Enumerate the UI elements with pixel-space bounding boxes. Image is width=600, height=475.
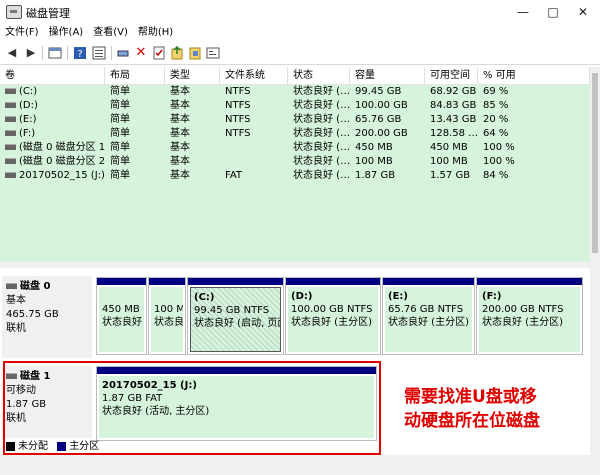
scroll-thumb[interactable] — [592, 73, 598, 253]
title-bar: 磁盘管理 — □ ✕ — [0, 0, 600, 24]
col-filesystem[interactable]: 文件系统 — [220, 67, 288, 84]
table-row[interactable]: 20170502_15 (J:) 简单 基本 FAT 状态良好 (… 1.87 … — [0, 169, 590, 183]
window-title: 磁盘管理 — [26, 7, 70, 20]
volume-block[interactable]: 450 MB 状态良好 — [96, 277, 147, 355]
drive-icon — [5, 172, 16, 178]
table-row[interactable]: (D:) 简单 基本 NTFS 状态良好 (… 100.00 GB 84.83 … — [0, 99, 590, 113]
disk-icon — [6, 283, 17, 289]
menu-help[interactable]: 帮助(H) — [133, 24, 178, 42]
annotation-text: 需要找准U盘或移 动硬盘所在位磁盘 — [404, 387, 540, 431]
disk0-info[interactable]: 磁盘 0 基本 465.75 GB 联机 — [2, 276, 92, 358]
volume-block-e[interactable]: (E:) 65.76 GB NTFS 状态良好 (主分区) — [382, 277, 475, 355]
disk0-size: 465.75 GB — [6, 309, 59, 320]
check-icon[interactable] — [152, 46, 166, 60]
disk0-name: 磁盘 0 — [20, 281, 51, 292]
col-percent-free[interactable]: % 可用 — [478, 67, 590, 84]
list-view-icon[interactable] — [92, 46, 106, 60]
table-row[interactable]: (F:) 简单 基本 NTFS 状态良好 (… 200.00 GB 128.58… — [0, 127, 590, 141]
volume-block-c[interactable]: (C:) 99.45 GB NTFS 状态良好 (启动, 页面 — [187, 277, 284, 355]
drive-icon — [5, 130, 16, 136]
menu-action[interactable]: 操作(A) — [44, 24, 89, 42]
menu-view[interactable]: 查看(V) — [88, 24, 133, 42]
col-capacity[interactable]: 容量 — [350, 67, 425, 84]
table-row[interactable]: (E:) 简单 基本 NTFS 状态良好 (… 65.76 GB 13.43 G… — [0, 113, 590, 127]
table-row[interactable]: (磁盘 0 磁盘分区 1) 简单 基本 状态良好 (… 450 MB 450 M… — [0, 141, 590, 155]
drive-icon — [5, 88, 16, 94]
drive-icon — [5, 102, 16, 108]
connect-icon[interactable] — [116, 46, 130, 60]
settings-icon[interactable] — [188, 46, 202, 60]
horizontal-scrollbar[interactable] — [0, 455, 590, 475]
toolbar: ◀ ▶ ? ✕ — [0, 42, 600, 65]
disk-management-icon — [6, 5, 22, 19]
vertical-scrollbar[interactable] — [590, 67, 600, 475]
close-button[interactable]: ✕ — [568, 0, 598, 24]
maximize-button[interactable]: □ — [538, 0, 568, 24]
console-icon[interactable] — [206, 46, 220, 60]
drive-icon — [5, 158, 16, 164]
volume-list-header: 卷 布局 类型 文件系统 状态 容量 可用空间 % 可用 — [0, 67, 590, 85]
col-type[interactable]: 类型 — [165, 67, 220, 84]
menu-bar: 文件(F) 操作(A) 查看(V) 帮助(H) — [0, 24, 600, 42]
help-icon[interactable]: ? — [73, 46, 87, 60]
volume-block-d[interactable]: (D:) 100.00 GB NTFS 状态良好 (主分区) — [285, 277, 381, 355]
properties-icon[interactable] — [48, 46, 62, 60]
export-icon[interactable] — [170, 45, 184, 60]
back-icon[interactable]: ◀ — [5, 46, 19, 60]
table-row[interactable]: (C:) 简单 基本 NTFS 状态良好 (… 99.45 GB 68.92 G… — [0, 85, 590, 99]
disk0-status: 联机 — [6, 323, 26, 334]
col-layout[interactable]: 布局 — [105, 67, 165, 84]
minimize-button[interactable]: — — [508, 0, 538, 24]
drive-icon — [5, 116, 16, 122]
volume-block-f[interactable]: (F:) 200.00 GB NTFS 状态良好 (主分区) — [476, 277, 583, 355]
svg-text:?: ? — [77, 49, 82, 60]
volume-list: 卷 布局 类型 文件系统 状态 容量 可用空间 % 可用 (C:) 简单 基本 … — [0, 67, 590, 262]
annotation-highlight-box — [3, 361, 381, 455]
col-status[interactable]: 状态 — [288, 67, 350, 84]
delete-icon[interactable]: ✕ — [134, 46, 148, 60]
forward-icon[interactable]: ▶ — [24, 46, 38, 60]
col-volume[interactable]: 卷 — [0, 67, 105, 84]
drive-icon — [5, 144, 16, 150]
menu-file[interactable]: 文件(F) — [0, 24, 44, 42]
table-row[interactable]: (磁盘 0 磁盘分区 2) 简单 基本 状态良好 (… 100 MB 100 M… — [0, 155, 590, 169]
col-free-space[interactable]: 可用空间 — [425, 67, 478, 84]
volume-block[interactable]: 100 M 状态良 — [148, 277, 186, 355]
disk0-type: 基本 — [6, 295, 26, 306]
